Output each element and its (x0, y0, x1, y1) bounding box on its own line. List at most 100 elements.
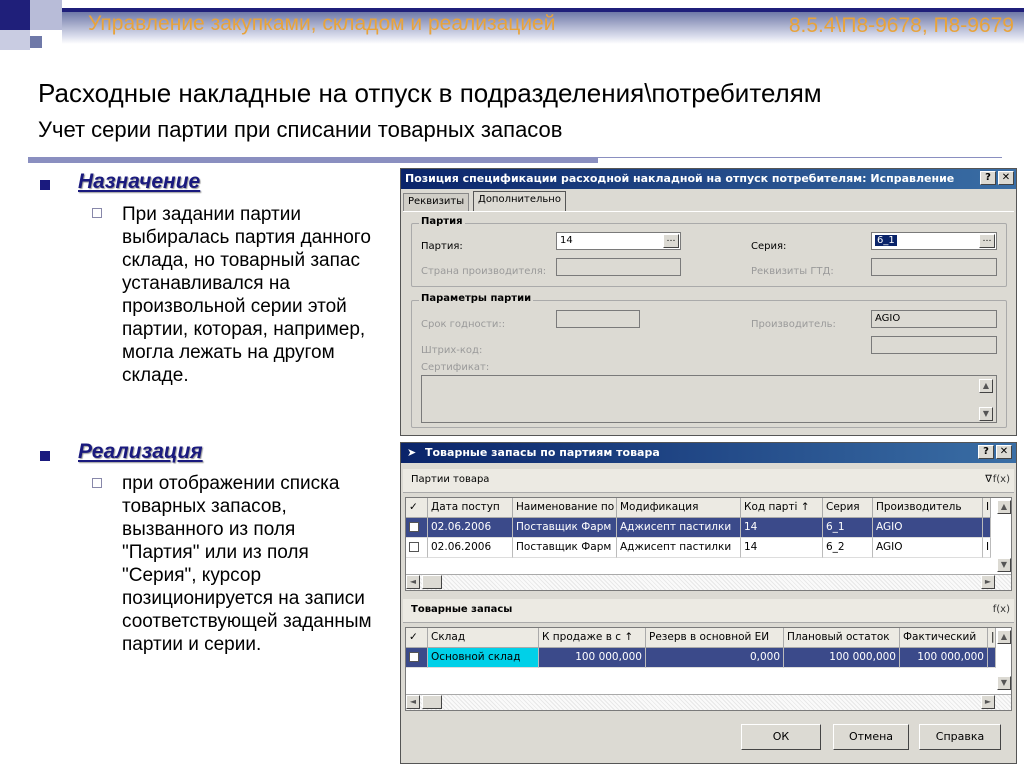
column-header[interactable]: Производитель (873, 498, 983, 518)
column-header[interactable]: I (983, 498, 991, 518)
cell-warehouse: Основной склад (428, 648, 539, 668)
barcode-field[interactable] (871, 336, 997, 354)
stock-toolbar: Товарные запасы f(x) (403, 599, 1014, 623)
formula-icon[interactable]: f(x) (993, 474, 1010, 485)
scroll-up-button[interactable]: ▲ (979, 379, 993, 393)
close-button[interactable]: ✕ (996, 445, 1012, 459)
cell: 14 (741, 518, 823, 538)
close-button[interactable]: ✕ (998, 171, 1014, 185)
stock-header-row: ✓ Склад К продаже в с ↑ Резерв в основно… (406, 628, 996, 648)
scroll-left-button[interactable]: ◄ (406, 695, 420, 709)
cell: Поставщик Фарм (513, 538, 617, 558)
dialog-title-bar: ➤ Товарные запасы по партиям товара ? ✕ (401, 443, 1016, 463)
group-params-label: Параметры партии (419, 293, 534, 304)
cancel-button[interactable]: Отмена (833, 724, 909, 750)
cell: 02.06.2006 (428, 518, 513, 538)
scroll-down-button[interactable]: ▼ (997, 558, 1011, 572)
cell: Аджисепт пастилки (617, 538, 741, 558)
series-field[interactable]: 6_1 … (871, 232, 997, 250)
logo-square-2 (30, 0, 62, 30)
scroll-down-button[interactable]: ▼ (979, 407, 993, 421)
column-header[interactable]: Плановый остаток (784, 628, 900, 648)
check-column-header[interactable]: ✓ (406, 498, 428, 518)
column-header[interactable]: Склад (428, 628, 539, 648)
cell: AGIO (873, 518, 983, 538)
tab-requisites[interactable]: Реквизиты (403, 193, 470, 211)
expiry-label: Срок годности:: (421, 319, 506, 330)
bullet-text-implementation: при отображении списка товарных запасов,… (122, 473, 372, 655)
spec-position-dialog: Позиция спецификации расходной накладной… (400, 168, 1017, 436)
help-button[interactable]: ? (978, 445, 994, 459)
divider-thin (598, 157, 1002, 158)
gtd-field[interactable] (871, 258, 997, 276)
scroll-thumb[interactable] (422, 695, 442, 709)
cell: Поставщик Фарм (513, 518, 617, 538)
formula-icon[interactable]: f(x) (993, 604, 1010, 615)
cell (983, 518, 991, 538)
cert-label: Сертификат: (421, 362, 490, 373)
cell: 02.06.2006 (428, 538, 513, 558)
table-row[interactable]: 02.06.2006 Поставщик Фарм Аджисепт пасти… (406, 538, 991, 558)
series-value: 6_1 (875, 235, 897, 246)
scroll-thumb[interactable] (422, 575, 442, 589)
row-checkbox[interactable] (409, 522, 419, 532)
help-button[interactable]: ? (980, 171, 996, 185)
cell: AGIO (873, 538, 983, 558)
column-header[interactable]: Фактический (900, 628, 988, 648)
producer-field[interactable]: AGIO (871, 310, 997, 328)
check-column-header[interactable]: ✓ (406, 628, 428, 648)
ok-button[interactable]: ОК (741, 724, 821, 750)
column-header[interactable]: | (988, 628, 996, 648)
cell: 6_1 (823, 518, 873, 538)
scroll-right-button[interactable]: ► (981, 695, 995, 709)
cell: 0,000 (646, 648, 784, 668)
country-field[interactable] (556, 258, 681, 276)
batches-grid: ✓ Дата поступ Наименование по Модификаци… (405, 497, 1012, 591)
column-header[interactable]: Дата поступ (428, 498, 513, 518)
batches-toolbar: Партии товара ∇ f(x) (403, 469, 1014, 493)
ellipsis-button[interactable]: … (663, 234, 679, 248)
producer-label: Производитель: (751, 319, 836, 330)
row-checkbox[interactable] (409, 652, 419, 662)
tab-additional[interactable]: Дополнительно (473, 191, 566, 211)
horizontal-scrollbar[interactable]: ◄ ► (406, 574, 1011, 590)
logo-square-4 (30, 36, 42, 48)
batches-label: Партии товара (411, 474, 490, 485)
bullet-heading-purpose: Назначение (78, 170, 201, 193)
table-row[interactable]: 02.06.2006 Поставщик Фарм Аджисепт пасти… (406, 518, 991, 538)
scroll-right-button[interactable]: ► (981, 575, 995, 589)
filter-icon[interactable]: ∇ (985, 474, 992, 485)
column-header[interactable]: Серия (823, 498, 873, 518)
producer-value: AGIO (875, 313, 901, 324)
ellipsis-button[interactable]: … (979, 234, 995, 248)
column-header[interactable]: Резерв в основной ЕИ (646, 628, 784, 648)
column-header[interactable]: Код парті ↑ (741, 498, 823, 518)
bullet-icon (40, 451, 50, 461)
cell: 6_2 (823, 538, 873, 558)
expiry-field[interactable] (556, 310, 640, 328)
table-row[interactable]: Основной склад 100 000,000 0,000 100 000… (406, 648, 996, 668)
bullet-text-purpose: При задании партии выбиралась партия дан… (122, 204, 371, 386)
stock-grid: ✓ Склад К продаже в с ↑ Резерв в основно… (405, 627, 1012, 711)
batch-label: Партия: (421, 241, 463, 252)
bullet-icon (40, 180, 50, 190)
cell (988, 648, 996, 668)
batch-field[interactable]: 14 … (556, 232, 681, 250)
column-header[interactable]: К продаже в с ↑ (539, 628, 646, 648)
cert-textarea[interactable] (421, 375, 997, 423)
column-header[interactable]: Модификация (617, 498, 741, 518)
stock-label: Товарные запасы (411, 604, 513, 615)
header-bar: Управление закупками, складом и реализац… (62, 0, 1024, 44)
dialog-title-bar: Позиция спецификации расходной накладной… (401, 169, 1016, 189)
stock-by-batch-dialog: ➤ Товарные запасы по партиям товара ? ✕ … (400, 442, 1017, 764)
cell: 100 000,000 (784, 648, 900, 668)
dialog-title: Позиция спецификации расходной накладной… (405, 172, 955, 185)
scroll-left-button[interactable]: ◄ (406, 575, 420, 589)
column-header[interactable]: Наименование по (513, 498, 617, 518)
horizontal-scrollbar[interactable]: ◄ ► (406, 694, 1011, 710)
help-dialog-button[interactable]: Справка (919, 724, 1001, 750)
scroll-up-button[interactable]: ▲ (997, 500, 1011, 514)
row-checkbox[interactable] (409, 542, 419, 552)
scroll-up-button[interactable]: ▲ (997, 630, 1011, 644)
scroll-down-button[interactable]: ▼ (997, 676, 1011, 690)
